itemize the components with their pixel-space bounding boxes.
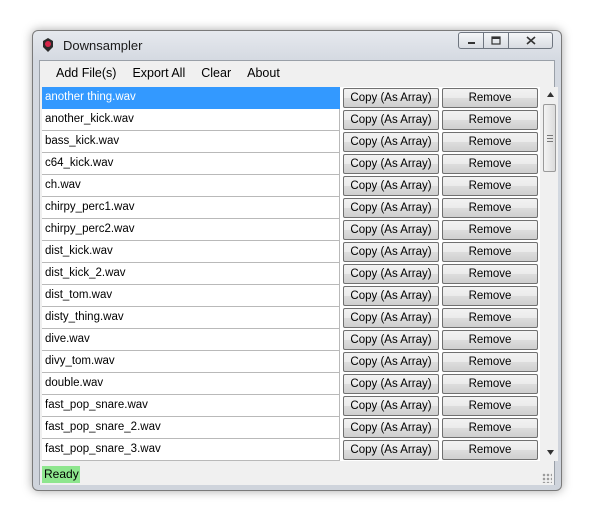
- list-item[interactable]: fast_pop_snare.wav Copy (As Array) Remove: [42, 395, 540, 417]
- maximize-icon: [491, 36, 501, 45]
- remove-button[interactable]: Remove: [442, 242, 538, 262]
- grip-icon: [547, 135, 553, 142]
- close-button[interactable]: [509, 32, 553, 49]
- resize-grip-icon[interactable]: [542, 473, 552, 483]
- menu-bar: Add File(s) Export All Clear About: [40, 61, 554, 85]
- remove-button[interactable]: Remove: [442, 264, 538, 284]
- remove-button[interactable]: Remove: [442, 440, 538, 460]
- minimize-icon: [467, 42, 475, 44]
- copy-as-array-button[interactable]: Copy (As Array): [343, 330, 439, 350]
- file-list: another thing.wav Copy (As Array) Remove an…: [42, 87, 540, 461]
- copy-as-array-button[interactable]: Copy (As Array): [343, 352, 439, 372]
- remove-button[interactable]: Remove: [442, 132, 538, 152]
- copy-as-array-button[interactable]: Copy (As Array): [343, 440, 439, 460]
- status-bar: Ready: [40, 463, 554, 485]
- menu-about[interactable]: About: [239, 63, 288, 83]
- client-area: Add File(s) Export All Clear About anoth…: [39, 60, 558, 485]
- copy-as-array-button[interactable]: Copy (As Array): [343, 264, 439, 284]
- copy-as-array-button[interactable]: Copy (As Array): [343, 374, 439, 394]
- file-name[interactable]: ch.wav: [42, 175, 340, 197]
- copy-as-array-button[interactable]: Copy (As Array): [343, 308, 439, 328]
- file-name[interactable]: fast_pop_snare_3.wav: [42, 439, 340, 461]
- list-item[interactable]: bass_kick.wav Copy (As Array) Remove: [42, 131, 540, 153]
- title-bar[interactable]: Downsampler: [33, 31, 561, 59]
- scroll-up-icon: [546, 92, 554, 97]
- file-name[interactable]: fast_pop_snare.wav: [42, 395, 340, 417]
- minimize-button[interactable]: [458, 32, 484, 49]
- remove-button[interactable]: Remove: [442, 154, 538, 174]
- menu-export-all[interactable]: Export All: [124, 63, 193, 83]
- file-name[interactable]: dist_kick_2.wav: [42, 263, 340, 285]
- list-item[interactable]: fast_pop_snare_2.wav Copy (As Array) Remov…: [42, 417, 540, 439]
- copy-as-array-button[interactable]: Copy (As Array): [343, 88, 439, 108]
- file-name[interactable]: another_kick.wav: [42, 109, 340, 131]
- list-item[interactable]: dist_tom.wav Copy (As Array) Remove: [42, 285, 540, 307]
- list-item[interactable]: dive.wav Copy (As Array) Remove: [42, 329, 540, 351]
- list-item[interactable]: fast_pop_snare_3.wav Copy (As Array) Remov…: [42, 439, 540, 461]
- copy-as-array-button[interactable]: Copy (As Array): [343, 154, 439, 174]
- list-item[interactable]: disty_thing.wav Copy (As Array) Remove: [42, 307, 540, 329]
- remove-button[interactable]: Remove: [442, 308, 538, 328]
- file-name[interactable]: divy_tom.wav: [42, 351, 340, 373]
- list-item[interactable]: dist_kick.wav Copy (As Array) Remove: [42, 241, 540, 263]
- file-name[interactable]: dist_kick.wav: [42, 241, 340, 263]
- file-name[interactable]: chirpy_perc2.wav: [42, 219, 340, 241]
- remove-button[interactable]: Remove: [442, 396, 538, 416]
- menu-add-files[interactable]: Add File(s): [48, 63, 124, 83]
- copy-as-array-button[interactable]: Copy (As Array): [343, 176, 439, 196]
- remove-button[interactable]: Remove: [442, 418, 538, 438]
- menu-clear[interactable]: Clear: [193, 63, 239, 83]
- copy-as-array-button[interactable]: Copy (As Array): [343, 220, 439, 240]
- file-name[interactable]: fast_pop_snare_2.wav: [42, 417, 340, 439]
- scroll-down-button[interactable]: [542, 445, 558, 461]
- remove-button[interactable]: Remove: [442, 286, 538, 306]
- status-text: Ready: [42, 466, 80, 483]
- list-item[interactable]: chirpy_perc2.wav Copy (As Array) Remove: [42, 219, 540, 241]
- copy-as-array-button[interactable]: Copy (As Array): [343, 110, 439, 130]
- vertical-scrollbar[interactable]: [542, 87, 558, 461]
- file-name[interactable]: bass_kick.wav: [42, 131, 340, 153]
- file-name[interactable]: double.wav: [42, 373, 340, 395]
- caption-buttons: [458, 32, 553, 50]
- list-item[interactable]: divy_tom.wav Copy (As Array) Remove: [42, 351, 540, 373]
- list-item[interactable]: dist_kick_2.wav Copy (As Array) Remove: [42, 263, 540, 285]
- close-icon: [525, 36, 536, 45]
- file-name[interactable]: disty_thing.wav: [42, 307, 340, 329]
- remove-button[interactable]: Remove: [442, 220, 538, 240]
- list-item[interactable]: another thing.wav Copy (As Array) Remove: [42, 87, 540, 109]
- copy-as-array-button[interactable]: Copy (As Array): [343, 286, 439, 306]
- file-name[interactable]: another thing.wav: [42, 87, 340, 109]
- window-title: Downsampler: [63, 38, 143, 53]
- remove-button[interactable]: Remove: [442, 176, 538, 196]
- copy-as-array-button[interactable]: Copy (As Array): [343, 198, 439, 218]
- remove-button[interactable]: Remove: [442, 330, 538, 350]
- app-window: Downsampler Add File(s) Export All Clear…: [32, 30, 562, 491]
- copy-as-array-button[interactable]: Copy (As Array): [343, 418, 439, 438]
- scroll-up-button[interactable]: [542, 87, 558, 103]
- remove-button[interactable]: Remove: [442, 374, 538, 394]
- scroll-thumb[interactable]: [543, 104, 556, 172]
- list-item[interactable]: another_kick.wav Copy (As Array) Remove: [42, 109, 540, 131]
- list-item[interactable]: double.wav Copy (As Array) Remove: [42, 373, 540, 395]
- remove-button[interactable]: Remove: [442, 352, 538, 372]
- maximize-button[interactable]: [484, 32, 509, 49]
- list-item[interactable]: ch.wav Copy (As Array) Remove: [42, 175, 540, 197]
- app-icon: [43, 38, 53, 52]
- remove-button[interactable]: Remove: [442, 110, 538, 130]
- file-name[interactable]: dist_tom.wav: [42, 285, 340, 307]
- file-name[interactable]: chirpy_perc1.wav: [42, 197, 340, 219]
- scroll-down-icon: [546, 450, 554, 455]
- copy-as-array-button[interactable]: Copy (As Array): [343, 396, 439, 416]
- file-name[interactable]: c64_kick.wav: [42, 153, 340, 175]
- list-item[interactable]: chirpy_perc1.wav Copy (As Array) Remove: [42, 197, 540, 219]
- list-item[interactable]: c64_kick.wav Copy (As Array) Remove: [42, 153, 540, 175]
- copy-as-array-button[interactable]: Copy (As Array): [343, 132, 439, 152]
- file-name[interactable]: dive.wav: [42, 329, 340, 351]
- remove-button[interactable]: Remove: [442, 88, 538, 108]
- copy-as-array-button[interactable]: Copy (As Array): [343, 242, 439, 262]
- remove-button[interactable]: Remove: [442, 198, 538, 218]
